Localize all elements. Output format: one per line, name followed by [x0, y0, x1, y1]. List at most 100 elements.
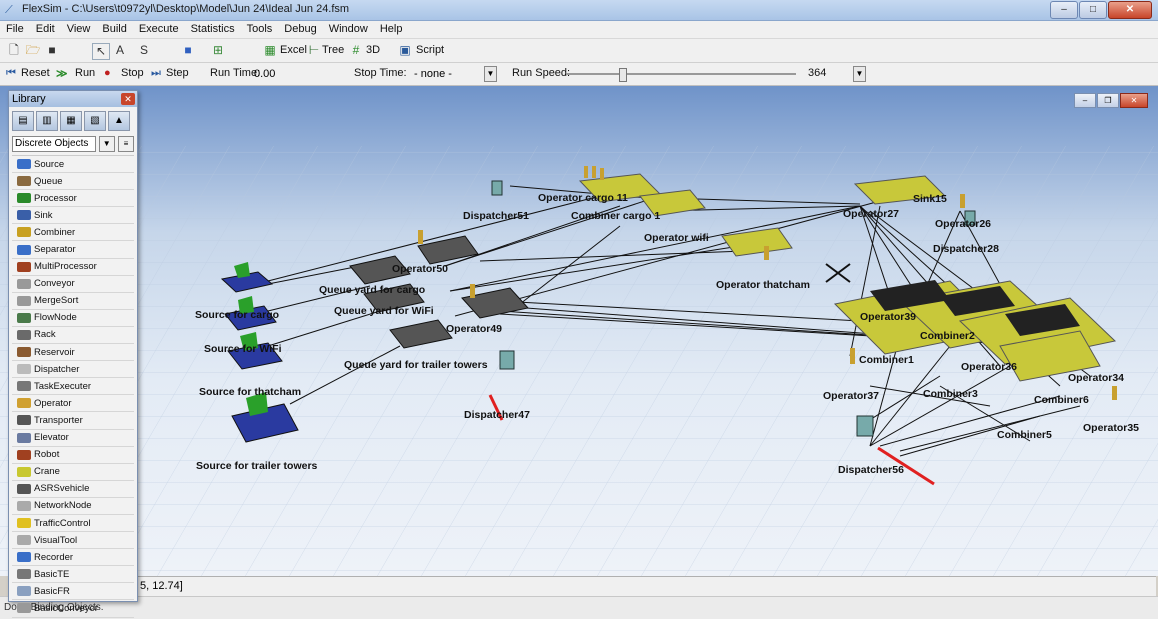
menu-view[interactable]: View: [61, 21, 97, 38]
library-item-transporter[interactable]: Transporter: [12, 412, 134, 430]
open-folder-icon[interactable]: 🗁: [25, 43, 41, 58]
library-move-up-icon[interactable]: ▲: [108, 111, 130, 131]
library-item-trafficcontrol[interactable]: TrafficControl: [12, 515, 134, 533]
library-item-combiner[interactable]: Combiner: [12, 224, 134, 242]
menu-build[interactable]: Build: [96, 21, 132, 38]
menu-execute[interactable]: Execute: [133, 21, 185, 38]
run-icon[interactable]: ≫: [56, 67, 68, 80]
close-button[interactable]: ✕: [1108, 1, 1152, 19]
view-minimize-button[interactable]: –: [1074, 93, 1096, 108]
label-dispatcher56: Dispatcher56: [838, 464, 904, 476]
library-item-taskexecuter[interactable]: TaskExecuter: [12, 378, 134, 396]
minimize-button[interactable]: –: [1050, 1, 1078, 19]
library-item-label: Recorder: [34, 551, 74, 563]
library-item-label: Transporter: [34, 414, 83, 426]
menu-statistics[interactable]: Statistics: [185, 21, 241, 38]
menu-help[interactable]: Help: [374, 21, 409, 38]
label-operator50: Operator50: [392, 263, 448, 275]
label-source-cargo: Source for cargo: [195, 309, 279, 321]
step-icon[interactable]: ⏭: [151, 67, 161, 80]
select-pointer-icon[interactable]: ↖: [92, 43, 110, 60]
reset-icon[interactable]: ⏮: [6, 67, 16, 80]
label-queue-wifi: Queue yard for WiFi: [334, 305, 434, 317]
transporter-icon: [17, 415, 31, 426]
library-item-crane[interactable]: Crane: [12, 464, 134, 481]
menu-debug[interactable]: Debug: [278, 21, 322, 38]
model-3d-view[interactable]: Operator cargo 11 Dispatcher51 Combiner …: [0, 86, 1158, 576]
library-item-recorder[interactable]: Recorder: [12, 549, 134, 567]
stop-time-dropdown-icon[interactable]: ▼: [484, 66, 497, 82]
3d-grid-icon[interactable]: #: [348, 43, 364, 58]
run-speed-value: 364: [808, 67, 827, 79]
label-combiner5: Combiner5: [997, 429, 1052, 441]
library-item-processor[interactable]: Processor: [12, 190, 134, 208]
library-open-icon[interactable]: ▥: [36, 111, 58, 131]
library-item-basicconveyor[interactable]: BasicConveyor: [12, 600, 134, 618]
library-item-label: TrafficControl: [34, 517, 91, 529]
library-add-icon[interactable]: ▧: [84, 111, 106, 131]
excel-icon[interactable]: ▦: [262, 43, 278, 58]
script-icon[interactable]: ▣: [397, 43, 413, 58]
library-item-queue[interactable]: Queue: [12, 173, 134, 191]
stop-icon[interactable]: ●: [104, 67, 111, 79]
connect-center-icon[interactable]: S: [136, 43, 152, 58]
library-item-basicte[interactable]: BasicTE: [12, 566, 134, 584]
step-button[interactable]: Step: [166, 67, 189, 79]
run-speed-slider-thumb[interactable]: [619, 68, 627, 82]
library-save-icon[interactable]: ▦: [60, 111, 82, 131]
color-tool-icon[interactable]: ■: [180, 43, 196, 58]
excel-button[interactable]: Excel: [280, 44, 307, 56]
new-file-icon[interactable]: 🗋: [6, 43, 22, 58]
library-item-elevator[interactable]: Elevator: [12, 430, 134, 447]
library-item-dispatcher[interactable]: Dispatcher: [12, 361, 134, 379]
library-item-networknode[interactable]: NetworkNode: [12, 498, 134, 515]
library-group-select[interactable]: Discrete Objects: [12, 136, 96, 152]
library-object-list: Source Queue Processor Sink Combiner Separato…: [12, 155, 134, 618]
run-button[interactable]: Run: [75, 67, 95, 79]
basicfr-icon: [17, 586, 31, 597]
model-scene[interactable]: Operator cargo 11 Dispatcher51 Combiner …: [0, 86, 1158, 576]
library-item-separator[interactable]: Separator: [12, 241, 134, 259]
stop-time-field[interactable]: - none -: [410, 66, 485, 82]
maximize-button[interactable]: □: [1079, 1, 1107, 19]
operator-icon: [17, 398, 31, 409]
library-item-basicfr[interactable]: BasicFR: [12, 583, 134, 601]
library-item-multiprocessor[interactable]: MultiProcessor: [12, 259, 134, 276]
library-item-visualtool[interactable]: VisualTool: [12, 532, 134, 550]
library-item-asrsvehicle[interactable]: ASRSvehicle: [12, 481, 134, 498]
menu-window[interactable]: Window: [323, 21, 374, 38]
3d-button[interactable]: 3D: [366, 44, 380, 56]
library-item-source[interactable]: Source: [12, 156, 134, 174]
tree-icon[interactable]: ⊢: [306, 43, 322, 58]
library-title-bar[interactable]: Library ✕: [9, 91, 137, 107]
library-item-flownode[interactable]: FlowNode: [12, 310, 134, 327]
label-operator37: Operator37: [823, 390, 879, 402]
library-item-sink[interactable]: Sink: [12, 207, 134, 225]
library-item-reservoir[interactable]: Reservoir: [12, 344, 134, 362]
grid-tool-icon[interactable]: ⊞: [210, 43, 226, 58]
library-new-icon[interactable]: ▤: [12, 111, 34, 131]
run-speed-slider[interactable]: [566, 73, 796, 75]
library-view-toggle-icon[interactable]: ≡: [117, 136, 134, 152]
run-speed-dropdown-icon[interactable]: ▼: [853, 66, 866, 82]
label-sink15: Sink15: [913, 193, 947, 205]
reset-button[interactable]: Reset: [21, 67, 50, 79]
tree-button[interactable]: Tree: [322, 44, 344, 56]
view-restore-button[interactable]: ❐: [1097, 93, 1119, 108]
library-item-robot[interactable]: Robot: [12, 447, 134, 464]
view-close-button[interactable]: ✕: [1120, 93, 1148, 108]
library-item-conveyor[interactable]: Conveyor: [12, 276, 134, 293]
library-item-mergesort[interactable]: MergeSort: [12, 293, 134, 310]
script-button[interactable]: Script: [416, 44, 444, 56]
save-icon[interactable]: ■: [44, 43, 60, 58]
combiner-icon: [17, 227, 31, 238]
menu-tools[interactable]: Tools: [241, 21, 279, 38]
menu-edit[interactable]: Edit: [30, 21, 61, 38]
library-close-icon[interactable]: ✕: [121, 93, 135, 105]
library-item-operator[interactable]: Operator: [12, 395, 134, 413]
library-group-dropdown-icon[interactable]: ▼: [98, 136, 115, 152]
stop-button[interactable]: Stop: [121, 67, 144, 79]
menu-file[interactable]: File: [0, 21, 30, 38]
library-item-rack[interactable]: Rack: [12, 327, 134, 345]
connect-objects-icon[interactable]: A: [112, 43, 128, 58]
